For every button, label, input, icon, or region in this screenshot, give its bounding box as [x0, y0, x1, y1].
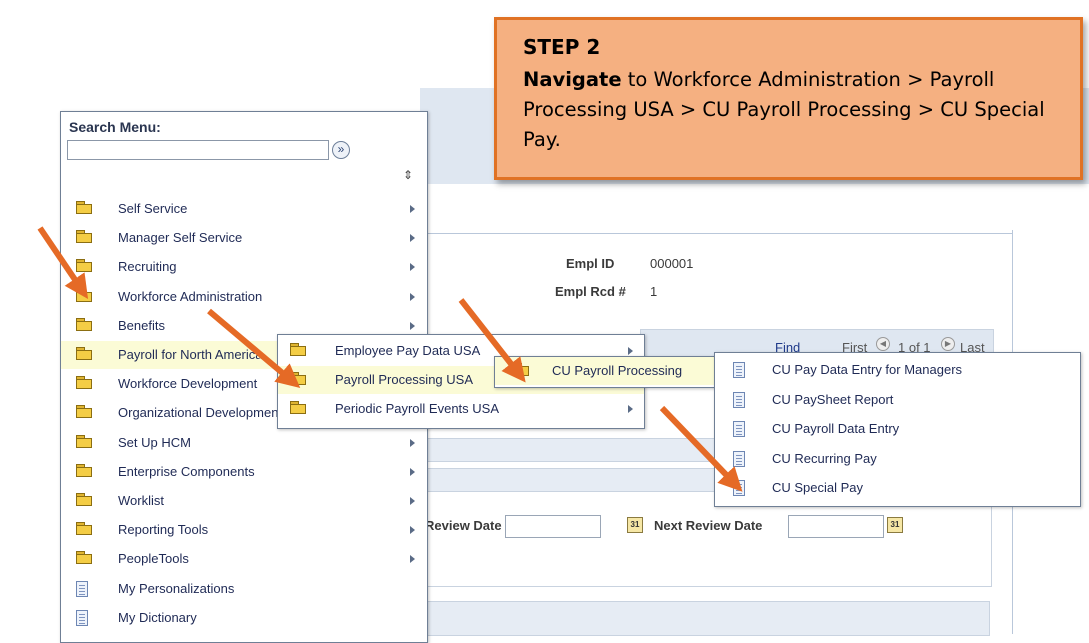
arrow-cu-special-pay [659, 405, 743, 492]
arrow-workforce-administration [37, 226, 89, 299]
arrow-cu-payroll-processing [458, 298, 526, 383]
annotation-arrows [37, 226, 743, 492]
arrow-payroll-processing-usa [207, 308, 301, 388]
